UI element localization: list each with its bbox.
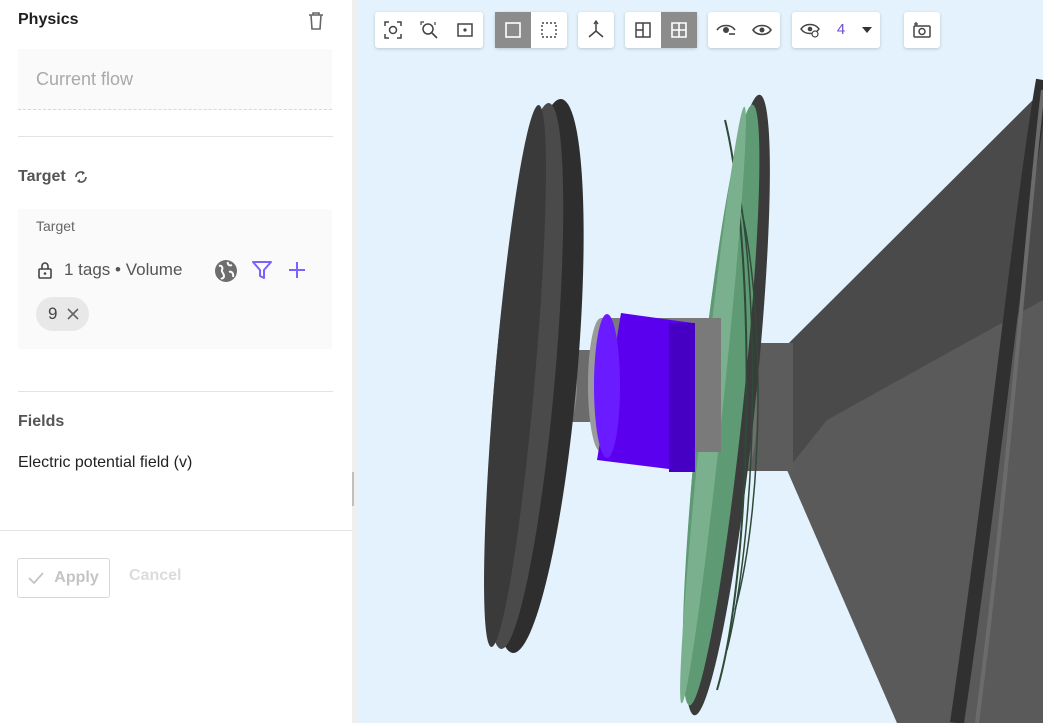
tags-summary: 1 tags • Volume xyxy=(64,260,183,279)
check-icon xyxy=(28,572,44,584)
close-icon[interactable] xyxy=(65,306,81,322)
zoom-toolbar xyxy=(375,12,483,48)
visibility-filter-toolbar: 4 xyxy=(792,12,880,48)
flow-type-input[interactable]: Current flow xyxy=(18,49,332,110)
zoom-to-fit-icon[interactable] xyxy=(375,12,411,48)
physics-title: Physics xyxy=(18,11,79,28)
section-view-icon[interactable] xyxy=(625,12,661,48)
splitter-handle[interactable] xyxy=(352,472,354,506)
flow-placeholder: Current flow xyxy=(36,69,134,89)
visibility-toolbar xyxy=(708,12,780,48)
selection-toolbar xyxy=(495,12,567,48)
target-title-label: Target xyxy=(18,168,66,185)
divider xyxy=(18,136,333,137)
cancel-button[interactable]: Cancel xyxy=(129,567,181,585)
divider xyxy=(18,391,333,392)
target-selection-row: 1 tags • Volume xyxy=(36,258,182,282)
screenshot-icon[interactable] xyxy=(904,12,940,48)
chevron-down-icon[interactable] xyxy=(854,12,880,48)
field-item[interactable]: Electric potential field (v) xyxy=(18,454,192,472)
filter-icon[interactable] xyxy=(251,259,273,281)
globe-icon[interactable] xyxy=(214,259,238,283)
target-box: Target 1 tags • Volume 9 xyxy=(18,209,332,349)
show-icon[interactable] xyxy=(744,12,780,48)
apply-button[interactable]: Apply xyxy=(17,558,110,598)
target-box-label: Target xyxy=(36,218,75,234)
zoom-region-icon[interactable] xyxy=(411,12,447,48)
layout-toolbar xyxy=(625,12,697,48)
fields-title: Fields xyxy=(18,413,65,430)
hide-icon[interactable] xyxy=(708,12,744,48)
screenshot-toolbar xyxy=(904,12,940,48)
target-title: Target xyxy=(18,168,90,186)
add-tag-icon[interactable] xyxy=(286,259,308,281)
axes-icon[interactable] xyxy=(578,12,614,48)
refresh-icon[interactable] xyxy=(72,168,90,186)
physics-panel: Physics Current flow Target Target 1 tag… xyxy=(0,0,352,723)
axes-toolbar xyxy=(578,12,614,48)
solid-box-icon[interactable] xyxy=(495,12,531,48)
divider xyxy=(0,530,352,531)
grid-view-icon[interactable] xyxy=(661,12,697,48)
cad-model xyxy=(484,78,1043,723)
visibility-count: 4 xyxy=(836,21,846,38)
trash-icon[interactable] xyxy=(305,10,327,32)
lock-icon xyxy=(36,260,54,280)
tag-chip-label: 9 xyxy=(48,304,58,323)
center-icon[interactable] xyxy=(447,12,483,48)
tag-chip: 9 xyxy=(36,297,90,331)
apply-label: Apply xyxy=(54,569,99,586)
selection-box-icon[interactable] xyxy=(531,12,567,48)
visibility-filter-icon[interactable] xyxy=(792,12,828,48)
3d-viewport[interactable]: 4 xyxy=(357,0,1043,723)
